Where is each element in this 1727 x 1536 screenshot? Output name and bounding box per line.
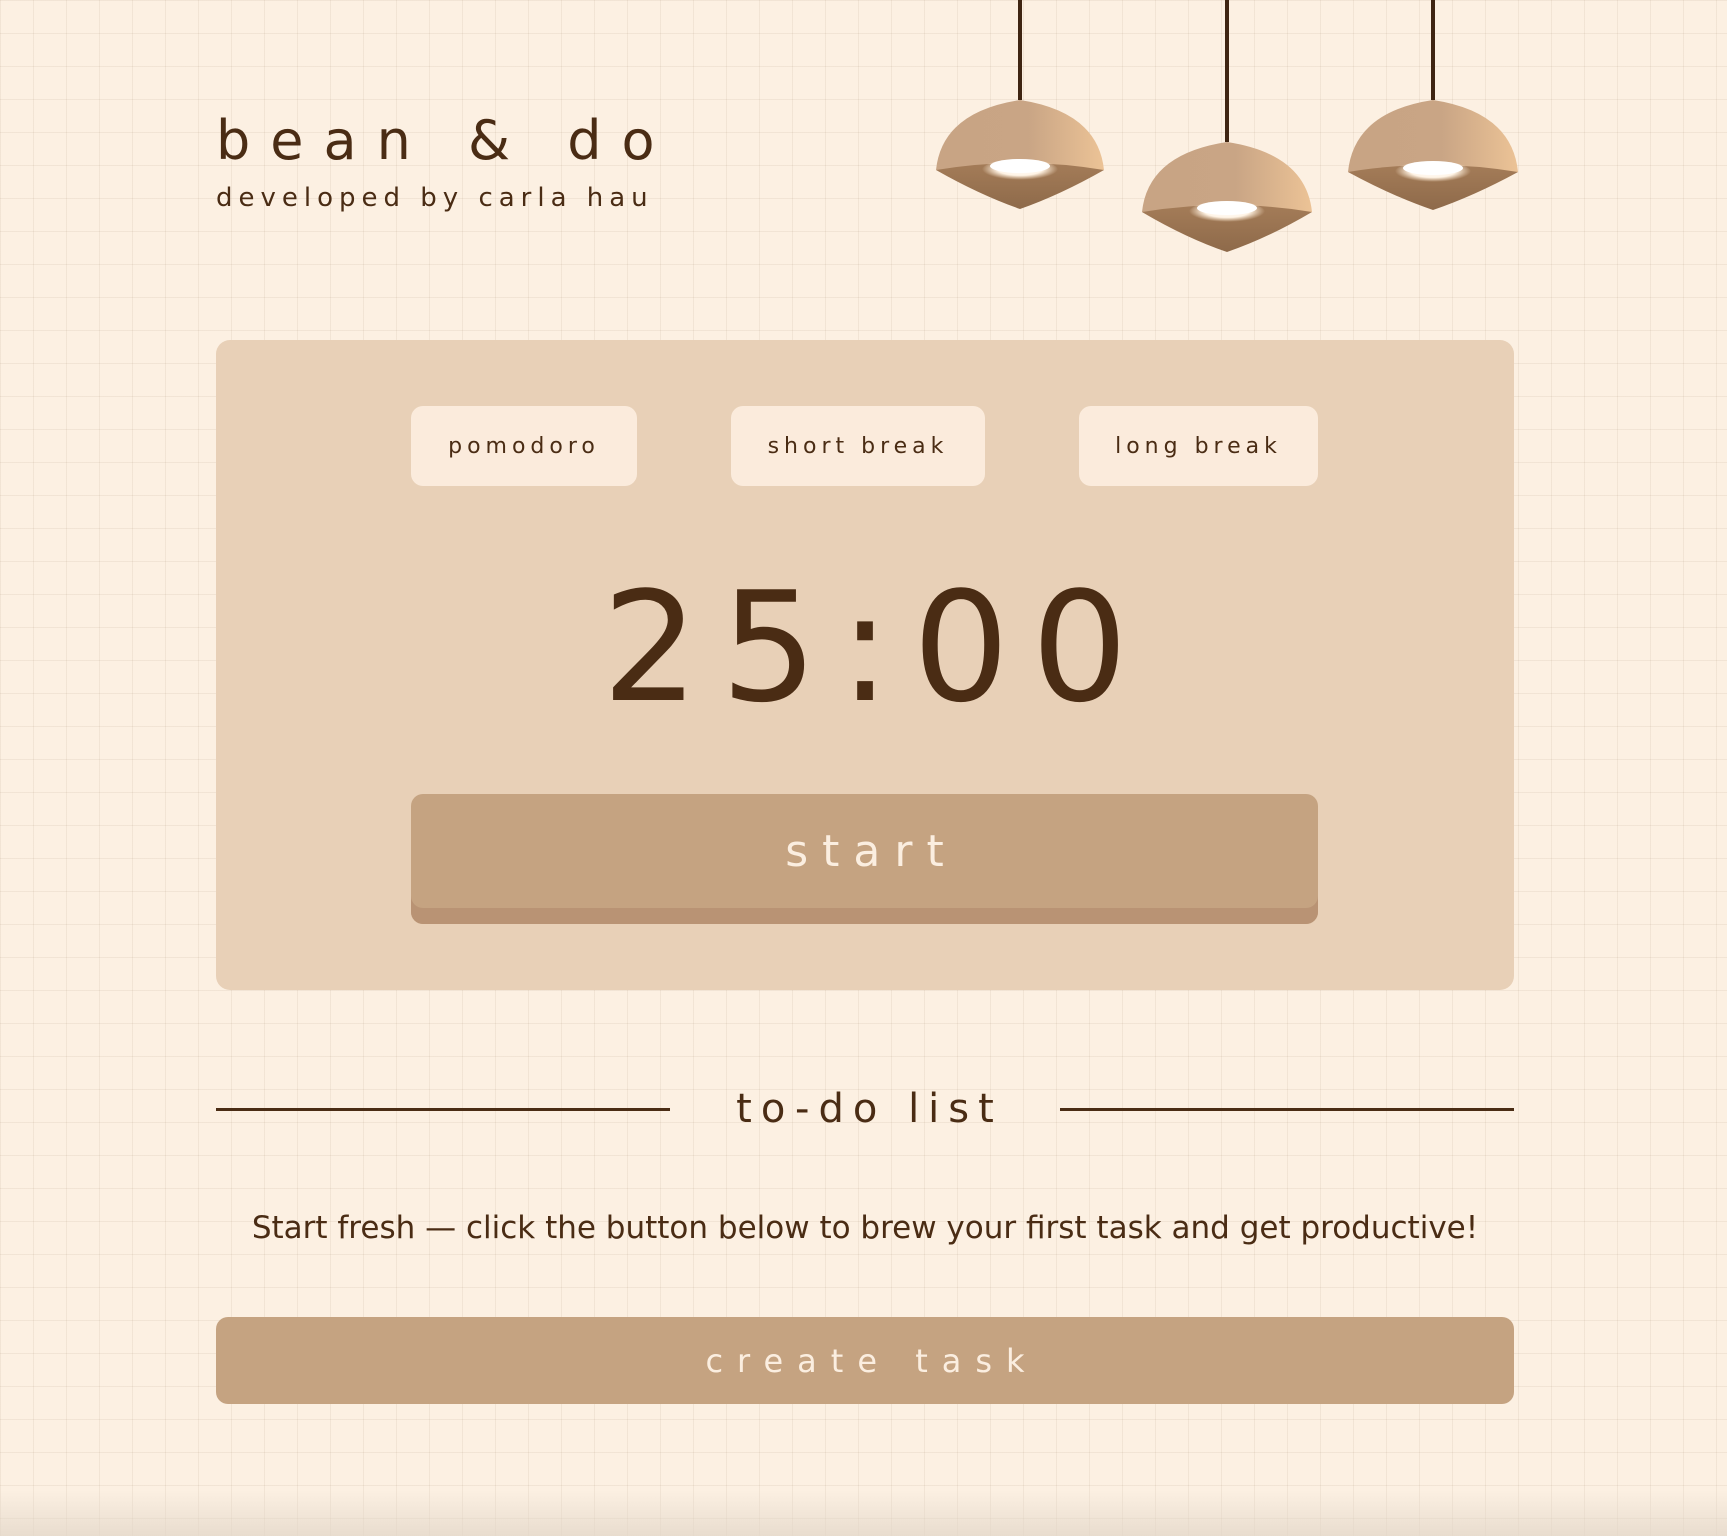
todo-heading-row: to-do list — [216, 1080, 1514, 1140]
tab-long-break[interactable]: long break — [1079, 406, 1318, 486]
pendant-lamp-icon — [1142, 0, 1312, 252]
create-task-button[interactable]: create task — [216, 1317, 1514, 1404]
pendant-lamp-icon — [936, 0, 1104, 209]
tab-short-break[interactable]: short break — [731, 406, 985, 486]
start-button[interactable]: start — [411, 794, 1318, 924]
tab-pomodoro[interactable]: pomodoro — [411, 406, 637, 486]
bottom-fade — [0, 1490, 1727, 1536]
pendant-lamps — [936, 0, 1518, 252]
divider-right — [1060, 1108, 1514, 1111]
todo-title: to-do list — [736, 1086, 1003, 1132]
timer-display: 25:00 — [601, 559, 1151, 736]
pendant-lamp-icon — [1348, 0, 1518, 210]
todo-empty-message: Start fresh — click the button below to … — [251, 1210, 1479, 1246]
divider-left — [216, 1108, 670, 1111]
timer-panel: pomodoro short break long break 25:00 st… — [216, 340, 1514, 990]
